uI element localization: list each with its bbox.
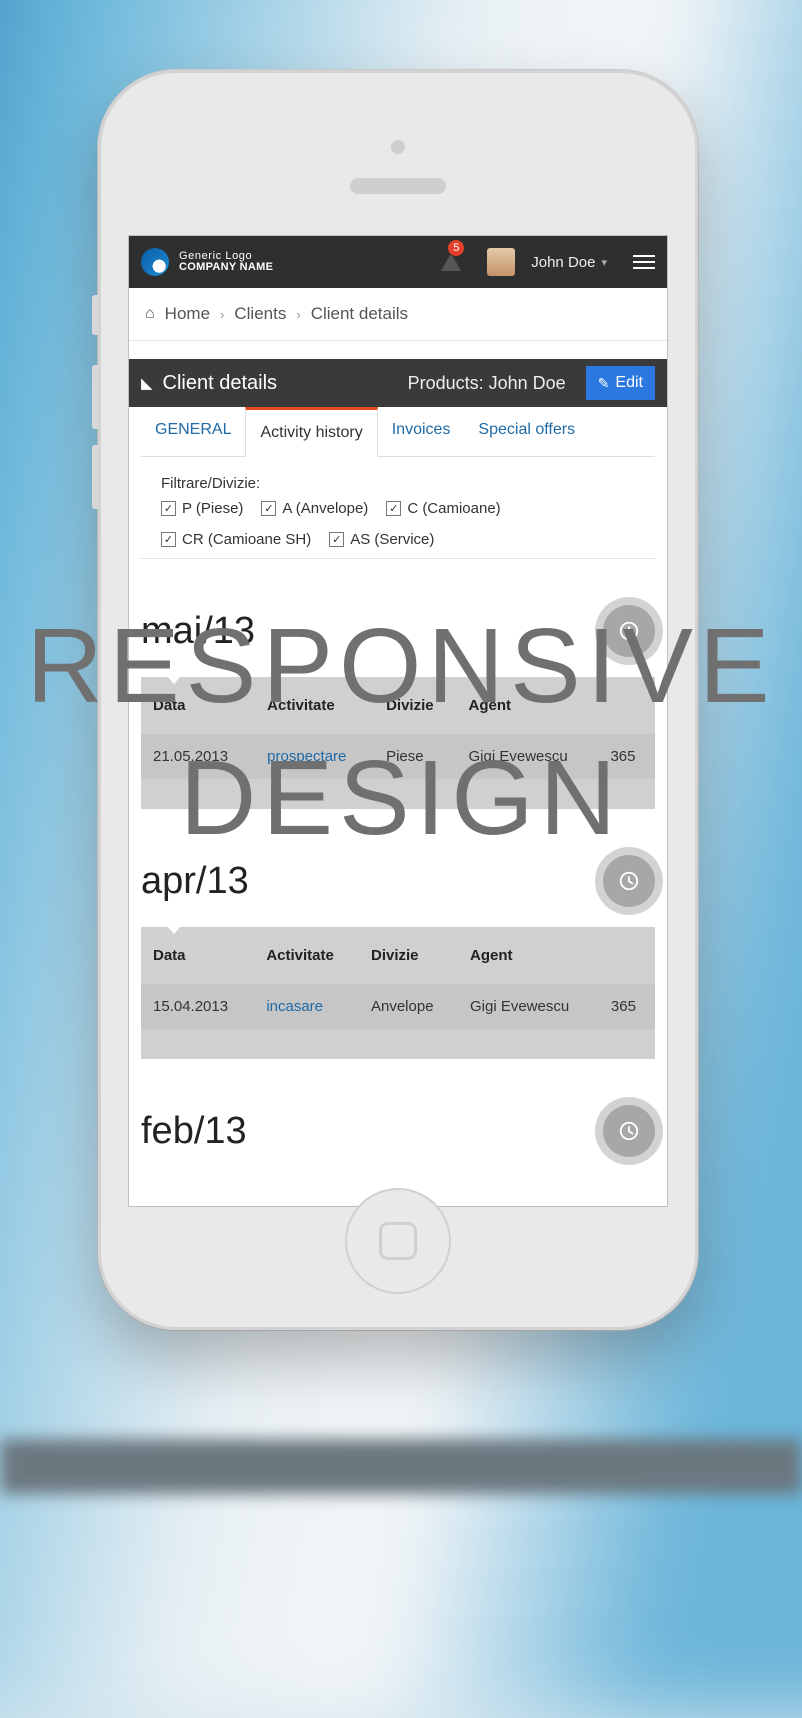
earpiece-camera	[391, 140, 405, 154]
col-agent: Agent	[458, 927, 599, 984]
month-header-feb: feb/13	[141, 1105, 655, 1157]
username-label: John Doe	[531, 254, 595, 271]
table-notch	[167, 926, 181, 934]
cell-activitate: prospectare	[255, 734, 374, 779]
cell-agent: Gigi Evewescu	[457, 734, 599, 779]
notification-badge: 5	[447, 239, 465, 257]
filter-as[interactable]: ✓AS (Service)	[329, 531, 434, 548]
activity-link[interactable]: incasare	[266, 998, 323, 1015]
filters-label: Filtrare/Divizie:	[161, 475, 635, 492]
month-table-may: Data Activitate Divizie Agent 21.05.2013…	[141, 677, 655, 809]
panel-subtitle: Products: John Doe	[408, 373, 566, 394]
month-action-button[interactable]	[603, 605, 655, 657]
table-notch	[167, 676, 181, 684]
home-button[interactable]	[345, 1188, 451, 1294]
cell-agent: Gigi Evewescu	[458, 984, 599, 1029]
clock-icon	[618, 620, 640, 642]
month-table-apr: Data Activitate Divizie Agent 15.04.2013…	[141, 927, 655, 1059]
month-heading: mai/13	[141, 610, 603, 653]
month-heading: apr/13	[141, 860, 603, 903]
month-action-button[interactable]	[603, 1105, 655, 1157]
breadcrumb-clients[interactable]: Clients	[234, 304, 286, 324]
checkbox-icon: ✓	[261, 501, 276, 516]
clock-icon	[618, 1120, 640, 1142]
cell-value: 365	[599, 984, 655, 1029]
col-data: Data	[141, 677, 255, 734]
breadcrumb-current: Client details	[311, 304, 408, 324]
table-row: 15.04.2013 incasare Anvelope Gigi Evewes…	[141, 984, 655, 1029]
tab-general[interactable]: GENERAL	[141, 407, 245, 456]
notifications-icon[interactable]: 5	[441, 253, 461, 271]
filter-p[interactable]: ✓P (Piese)	[161, 500, 243, 517]
phone-frame: Generic Logo COMPANY NAME 5 John Doe ▾ ⌂…	[98, 70, 698, 1330]
panel-title: Client details	[163, 372, 278, 395]
checkbox-icon: ✓	[329, 532, 344, 547]
home-icon: ⌂	[145, 305, 155, 323]
logo-text: Generic Logo COMPANY NAME	[179, 251, 273, 273]
checkbox-icon: ✓	[386, 501, 401, 516]
breadcrumb-home[interactable]: Home	[165, 304, 210, 324]
chevron-down-icon: ▾	[601, 256, 607, 269]
edit-label: Edit	[615, 374, 643, 392]
side-button-volume-down	[92, 445, 98, 509]
logo-line2: COMPANY NAME	[179, 262, 273, 273]
tab-invoices[interactable]: Invoices	[378, 407, 465, 456]
cell-activitate: incasare	[254, 984, 359, 1029]
menu-button[interactable]	[633, 255, 655, 269]
speaker-grille	[350, 178, 446, 194]
filter-cr[interactable]: ✓CR (Camioane SH)	[161, 531, 311, 548]
cell-value: 365	[598, 734, 655, 779]
side-button-volume-up	[92, 365, 98, 429]
chevron-right-icon: ›	[220, 307, 224, 322]
home-square-icon	[379, 1222, 417, 1260]
breadcrumb: ⌂ Home › Clients › Client details	[129, 288, 667, 341]
tab-special-offers[interactable]: Special offers	[464, 407, 589, 456]
month-heading: feb/13	[141, 1110, 603, 1153]
table-header-row: Data Activitate Divizie Agent	[141, 927, 655, 984]
table-header-row: Data Activitate Divizie Agent	[141, 677, 655, 734]
filter-a[interactable]: ✓A (Anvelope)	[261, 500, 368, 517]
cell-data: 21.05.2013	[141, 734, 255, 779]
panel-header: ◣ Client details Products: John Doe ✎ Ed…	[129, 359, 667, 407]
pencil-icon: ✎	[598, 375, 610, 392]
logo-icon	[141, 248, 169, 276]
edit-button[interactable]: ✎ Edit	[586, 366, 655, 400]
month-action-button[interactable]	[603, 855, 655, 907]
col-agent: Agent	[457, 677, 599, 734]
table-row: 21.05.2013 prospectare Piese Gigi Evewes…	[141, 734, 655, 779]
clock-icon	[618, 870, 640, 892]
avatar[interactable]	[487, 248, 515, 276]
checkbox-icon: ✓	[161, 501, 176, 516]
background-bottom-bar	[0, 1439, 802, 1494]
col-divizie: Divizie	[359, 927, 458, 984]
filter-c[interactable]: ✓C (Camioane)	[386, 500, 500, 517]
month-header-apr: apr/13	[141, 855, 655, 907]
col-activitate: Activitate	[254, 927, 359, 984]
tab-activity-history[interactable]: Activity history	[245, 407, 377, 457]
tabs: GENERAL Activity history Invoices Specia…	[141, 407, 655, 457]
user-menu[interactable]: John Doe ▾	[531, 254, 607, 271]
checkbox-icon: ✓	[161, 532, 176, 547]
activity-link[interactable]: prospectare	[267, 748, 346, 765]
filters: Filtrare/Divizie: ✓P (Piese) ✓A (Anvelop…	[141, 457, 655, 559]
cell-divizie: Anvelope	[359, 984, 458, 1029]
side-button-mute	[92, 295, 98, 335]
topbar: Generic Logo COMPANY NAME 5 John Doe ▾	[129, 236, 667, 288]
col-data: Data	[141, 927, 254, 984]
month-header-may: mai/13	[141, 605, 655, 657]
chevron-right-icon: ›	[296, 307, 300, 322]
cell-divizie: Piese	[374, 734, 456, 779]
screen: Generic Logo COMPANY NAME 5 John Doe ▾ ⌂…	[128, 235, 668, 1207]
col-activitate: Activitate	[255, 677, 374, 734]
col-divizie: Divizie	[374, 677, 456, 734]
cell-data: 15.04.2013	[141, 984, 254, 1029]
bookmark-icon: ◣	[141, 374, 153, 392]
